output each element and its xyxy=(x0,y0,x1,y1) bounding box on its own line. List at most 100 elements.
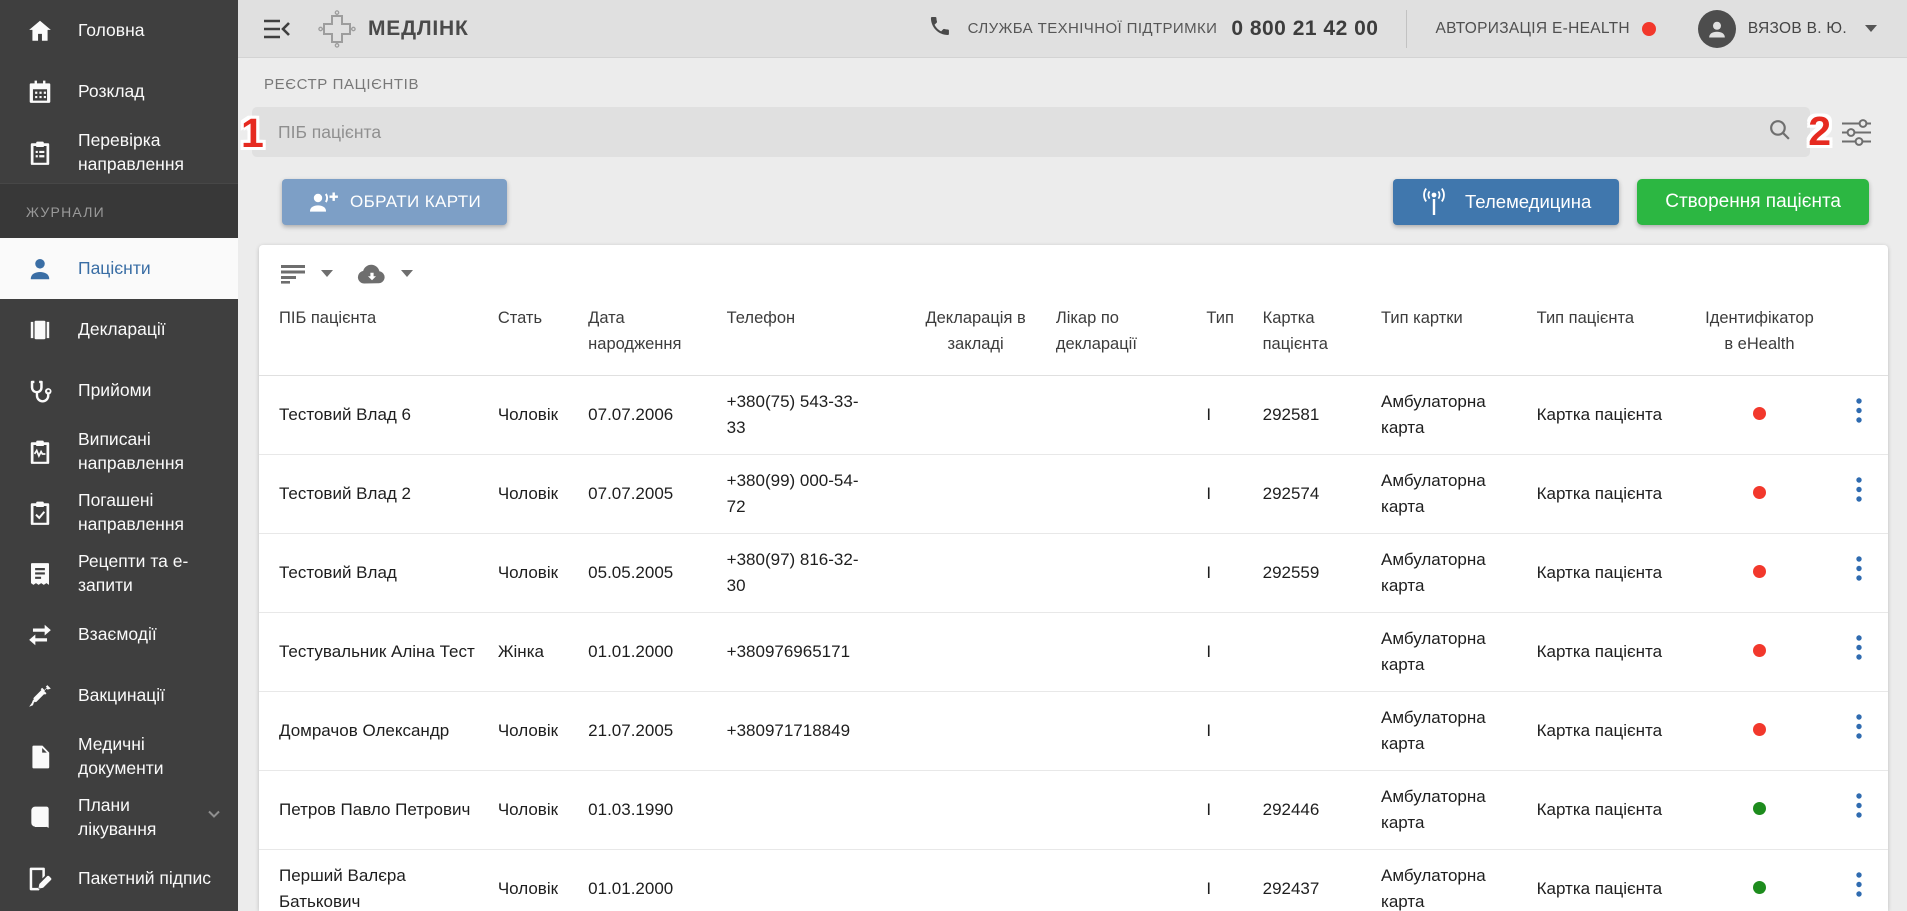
medlink-logo-icon xyxy=(318,9,356,48)
sidebar-collapse-icon[interactable] xyxy=(262,17,292,41)
cell-declaration xyxy=(905,533,1046,614)
sidebar-item[interactable]: Погашені направлення xyxy=(0,482,238,543)
sidebar-item[interactable]: Взаємодії xyxy=(0,604,238,665)
sidebar-item[interactable]: Декларації xyxy=(0,299,238,360)
chevron-down-icon[interactable] xyxy=(401,270,413,277)
ehealth-status-dot xyxy=(1641,21,1656,36)
sidebar-item-label: Плани лікування xyxy=(78,795,157,839)
person-add-icon xyxy=(310,192,338,212)
table-header: ПІБ пацієнта Стать Дата народження Телеф… xyxy=(259,292,1888,377)
sidebar-item-label: Вакцинації xyxy=(78,684,166,705)
sidebar-item[interactable]: Вакцинації xyxy=(0,665,238,726)
actions-row: ОБРАТИ КАРТИ Телемедицина Створення паці… xyxy=(238,157,1907,225)
cell-type: I xyxy=(1196,691,1253,772)
home-icon xyxy=(26,18,54,44)
vaccine-icon xyxy=(26,683,54,709)
cell-card-number: 292574 xyxy=(1252,454,1372,535)
sidebar-item[interactable]: Рецепти та е-запити xyxy=(0,543,238,604)
table-row[interactable]: Тестувальник Аліна Тест Жінка 01.01.2000… xyxy=(259,612,1888,693)
sidebar-item-label: Медичні документи xyxy=(78,734,164,778)
col-actions xyxy=(1829,292,1888,377)
cell-ehealth-status xyxy=(1689,533,1830,614)
user-menu[interactable]: ВЯЗОВ В. Ю. xyxy=(1697,9,1877,48)
cell-phone xyxy=(716,849,906,911)
create-patient-button[interactable]: Створення пацієнта xyxy=(1637,179,1869,225)
cell-birth-date: 01.01.2000 xyxy=(578,612,717,693)
sidebar-item[interactable]: Виписані направлення xyxy=(0,421,238,482)
cell-actions xyxy=(1829,612,1888,693)
row-menu-icon[interactable] xyxy=(1855,871,1863,898)
sidebar-item-label: Декларації xyxy=(78,318,166,339)
main-area: МЕДЛІНК СЛУЖБА ТЕХНІЧНОЇ ПІДТРИМКИ 0 800… xyxy=(238,0,1907,911)
ehealth-auth-label: АВТОРИЗАЦІЯ E-HEALTH xyxy=(1435,19,1630,37)
ehealth-status-dot xyxy=(1752,643,1766,657)
chevron-down-icon[interactable] xyxy=(204,804,224,830)
sidebar-item-label: Пацієнти xyxy=(78,257,151,278)
app-root: Головна Розклад Перевірка направлення ЖУ… xyxy=(0,0,1907,911)
phone-icon xyxy=(928,14,952,43)
table-row[interactable]: Тестовий Влад Чоловік 05.05.2005 +380(97… xyxy=(259,533,1888,614)
telemedicine-button[interactable]: Телемедицина xyxy=(1393,179,1620,225)
table-row[interactable]: Петров Павло Петрович Чоловік 01.03.1990… xyxy=(259,770,1888,851)
cell-birth-date: 01.03.1990 xyxy=(578,770,717,851)
cell-gender: Жінка xyxy=(487,612,579,693)
col-ehealth-id: Ідентифікатор в eHealth xyxy=(1689,292,1830,377)
sidebar-item[interactable]: Головна xyxy=(0,0,238,61)
stethoscope-icon xyxy=(26,378,54,404)
search-icon[interactable] xyxy=(1767,117,1792,147)
cell-actions xyxy=(1829,849,1888,911)
filter-sliders-icon[interactable] xyxy=(1840,118,1873,147)
row-menu-icon[interactable] xyxy=(1855,397,1863,424)
col-declaration: Декларація в закладі xyxy=(905,292,1046,377)
sidebar-item[interactable]: Прийоми xyxy=(0,360,238,421)
column-settings-icon[interactable] xyxy=(281,264,307,284)
sidebar-item[interactable]: Плани лікування xyxy=(0,787,238,848)
cell-phone: +380(75) 543-33-33 xyxy=(716,375,906,456)
row-menu-icon[interactable] xyxy=(1855,792,1863,819)
cell-doctor xyxy=(1045,849,1197,911)
table-row[interactable]: Перший Валєра Батькович Чоловік 01.01.20… xyxy=(259,849,1888,911)
cell-doctor xyxy=(1045,375,1197,456)
select-cards-button[interactable]: ОБРАТИ КАРТИ xyxy=(282,179,508,225)
ehealth-auth-button[interactable]: АВТОРИЗАЦІЯ E-HEALTH xyxy=(1435,19,1656,38)
row-menu-icon[interactable] xyxy=(1855,476,1863,503)
search-row: 1 2 xyxy=(238,105,1907,157)
sidebar-item-label: Перевірка направлення xyxy=(78,130,184,174)
cell-gender: Чоловік xyxy=(487,375,579,456)
cell-patient-type: Картка пацієнта xyxy=(1526,375,1690,456)
annotation-marker-2: 2 xyxy=(1808,108,1831,154)
table-row[interactable]: Домрачов Олександр Чоловік 21.07.2005 +3… xyxy=(259,691,1888,772)
cell-doctor xyxy=(1045,533,1197,614)
patient-icon xyxy=(26,256,54,282)
cell-phone: +380(99) 000-54-72 xyxy=(716,454,906,535)
search-input[interactable] xyxy=(278,121,1767,143)
sidebar-item-label: Взаємодії xyxy=(78,623,157,644)
cell-ehealth-status xyxy=(1689,849,1830,911)
table-row[interactable]: Тестовий Влад 6 Чоловік 07.07.2006 +380(… xyxy=(259,375,1888,456)
row-menu-icon[interactable] xyxy=(1855,634,1863,661)
col-phone: Телефон xyxy=(716,292,906,377)
sidebar-item[interactable]: Розклад xyxy=(0,61,238,122)
cell-actions xyxy=(1829,691,1888,772)
cell-name: Перший Валєра Батькович xyxy=(259,849,488,911)
cloud-download-icon[interactable] xyxy=(357,263,387,284)
row-menu-icon[interactable] xyxy=(1855,555,1863,582)
cell-name: Тестовий Влад xyxy=(259,533,488,614)
sidebar-item[interactable]: Медичні документи xyxy=(0,726,238,787)
sidebar-item[interactable]: Пацієнти xyxy=(0,238,238,299)
table-row[interactable]: Тестовий Влад 2 Чоловік 07.07.2005 +380(… xyxy=(259,454,1888,535)
ehealth-status-dot xyxy=(1752,406,1766,420)
cell-actions xyxy=(1829,454,1888,535)
sidebar-item[interactable]: Пакетний підпис xyxy=(0,848,238,909)
cell-doctor xyxy=(1045,691,1197,772)
ehealth-status-dot xyxy=(1752,880,1766,894)
app-name: МЕДЛІНК xyxy=(368,16,469,40)
chevron-down-icon[interactable] xyxy=(321,270,333,277)
sidebar-item[interactable]: Перевірка направлення xyxy=(0,122,238,183)
row-menu-icon[interactable] xyxy=(1855,713,1863,740)
col-card-type: Тип картки xyxy=(1371,292,1527,377)
cell-card-type: Амбулаторна карта xyxy=(1371,691,1527,772)
cell-gender: Чоловік xyxy=(487,849,579,911)
cell-name: Петров Павло Петрович xyxy=(259,770,488,851)
cell-birth-date: 07.07.2005 xyxy=(578,454,717,535)
